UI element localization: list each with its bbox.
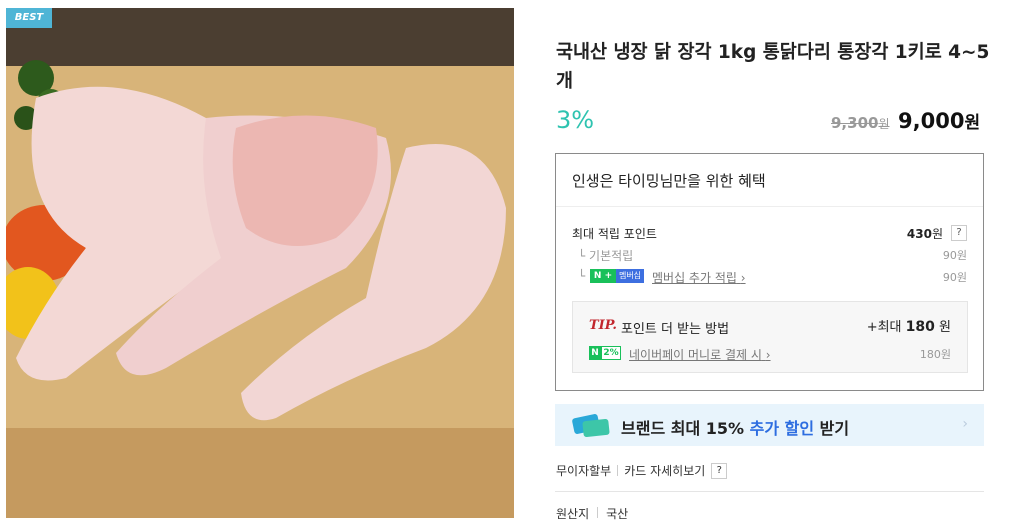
help-icon[interactable]: ? [711,462,728,479]
benefit-box: 인생은 타이밍님만을 위한 혜택 최대 적립 포인트 430원 ? └ 기본적립… [555,153,984,391]
membership-tree-line: └ [578,269,586,283]
naver-n-text: N [593,271,602,281]
naver-plus-icon: N + [590,269,616,283]
brand-suffix: 받기 [814,419,850,438]
naver-pay-link-text: 네이버페이 머니로 결제 시 [629,348,762,362]
chevron-right-icon: › [765,348,771,362]
tip-value-number: 180 [905,319,935,335]
naver-pay-money-link[interactable]: 네이버페이 머니로 결제 시 › [629,346,771,363]
product-image[interactable]: BEST [6,8,514,518]
original-price-value: 9,300 [831,114,879,132]
benefit-title: 인생은 타이밍님만을 위한 혜택 [572,172,766,190]
chicken-leg-illustration [6,8,514,518]
basic-points-value: 90원 [942,249,967,262]
basic-points-text: 기본적립 [589,249,634,263]
divider [556,206,983,207]
max-points-number: 430 [906,227,932,241]
divider [555,491,984,492]
sale-price-unit: 원 [964,113,981,133]
naver-n-icon: N [589,346,601,360]
membership-label: 멤버십 추가 적립 [652,271,737,285]
naver-pay-value: 180원 [919,348,951,361]
help-icon[interactable]: ? [951,225,967,241]
max-points-label: 최대 적립 포인트 [572,227,657,241]
tip-label: TIP. [589,318,617,333]
membership-extra-link[interactable]: 멤버십 추가 적립 › [652,269,746,286]
product-title: 국내산 냉장 닭 장각 1kg 통닭다리 통장각 1키로 4~5개 [556,42,990,92]
chevron-right-icon: › [740,271,746,285]
pct-label: 2% [601,346,621,360]
discount-rate: 3% [556,106,595,134]
tip-value-prefix: +최대 [866,320,902,335]
original-price: 9,300원 [831,114,890,132]
basic-points-label: └ 기본적립 [578,249,634,263]
card-detail-link[interactable]: 카드 자세히보기 [624,462,705,479]
max-points-unit: 원 [931,227,943,241]
membership-tag: 멤버십 [616,269,644,283]
tip-box: TIP. 포인트 더 받는 방법 +최대 180 원 N 2% 네이버페이 머니… [572,301,968,373]
origin-info: 원산지 국산 [556,505,628,522]
coupon-icon [572,414,610,438]
separator [597,507,599,518]
membership-value: 90원 [942,271,967,284]
brand-prefix: 브랜드 최대 15% [621,419,750,438]
tip-value: +최대 180 원 [867,316,951,335]
brand-discount-banner[interactable]: 브랜드 최대 15% 추가 할인 받기 › [555,404,984,446]
tip-value-unit: 원 [939,320,951,335]
naver-pay-2pct-badge: N 2% [589,346,623,360]
payment-info: 무이자할부 카드 자세히보기 ? [556,462,728,479]
plus-text: + [604,271,613,281]
origin-label: 원산지 [556,507,590,521]
chevron-right-icon: › [962,416,968,432]
max-points-value: 430원 [907,225,943,242]
sale-price: 9,000원 [898,108,980,133]
best-badge: BEST [6,8,52,28]
separator [617,465,619,476]
origin-value: 국산 [606,507,629,521]
original-price-unit: 원 [878,117,890,131]
installment-label: 무이자할부 [556,464,612,478]
brand-highlight: 추가 할인 [749,419,815,438]
naver-plus-membership-badge: N + 멤버십 [590,269,644,283]
brand-discount-text: 브랜드 최대 15% 추가 할인 받기 [621,415,849,439]
tip-text: 포인트 더 받는 방법 [621,322,730,337]
sale-price-value: 9,000 [898,109,965,133]
